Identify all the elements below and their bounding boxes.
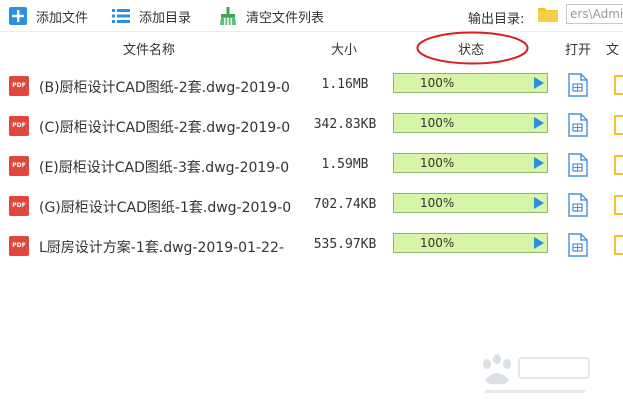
file-list-header: 文件名称 大小 状态 打开 文 [0,32,623,62]
folder-icon[interactable] [537,5,559,23]
toolbar: 添加文件 添加目录 清空文件列表 输出目录: ers\Admi [0,0,623,32]
column-header-name: 文件名称 [123,43,176,58]
baidu-jingyan-watermark-logo [483,354,590,393]
play-icon[interactable] [534,157,544,169]
play-icon[interactable] [534,197,544,209]
add-directory-label: 添加目录 [139,10,192,26]
add-file-button[interactable]: 添加文件 [8,5,88,27]
column-header-size: 大小 [331,43,358,58]
progress-label: 100% [420,196,455,210]
file-open-icon[interactable] [568,153,588,177]
play-icon[interactable] [534,117,544,129]
column-header-open: 打开 [565,43,592,58]
file-name: (B)厨柜设计CAD图纸-2套.dwg-2019-0 [39,80,290,96]
play-icon[interactable] [534,77,544,89]
progress-fill [394,234,547,252]
progress-fill [394,154,547,172]
status-highlight-annotation [416,31,529,65]
list-icon [111,6,131,26]
progress-bar: 100% [393,233,548,253]
column-header-folder: 文 [606,43,620,58]
plus-icon [8,6,28,26]
add-file-label: 添加文件 [36,10,89,26]
progress-bar: 100% [393,73,548,93]
pdf-file-icon: PDF [9,116,29,136]
file-open-icon[interactable] [568,193,588,217]
progress-bar: 100% [393,113,548,133]
file-open-icon[interactable] [568,233,588,257]
clear-file-list-button[interactable]: 清空文件列表 [218,5,324,27]
pdf-file-icon: PDF [9,76,29,96]
file-name: (G)厨柜设计CAD图纸-1套.dwg-2019-0 [39,200,292,216]
file-open-icon[interactable] [568,73,588,97]
file-name: (C)厨柜设计CAD图纸-2套.dwg-2019-0 [39,120,291,136]
file-size: 702.74KB [313,197,377,212]
file-name: (E)厨柜设计CAD图纸-3套.dwg-2019-0 [39,160,290,176]
file-row[interactable]: PDF (C)厨柜设计CAD图纸-2套.dwg-2019-0 342.83KB … [0,104,623,144]
file-open-icon[interactable] [568,113,588,137]
play-icon[interactable] [534,237,544,249]
folder-icon[interactable] [614,114,623,136]
folder-icon[interactable] [614,194,623,216]
file-row[interactable]: PDF (B)厨柜设计CAD图纸-2套.dwg-2019-0 1.16MB 10… [0,64,623,104]
broom-icon [218,6,238,26]
file-name: L厨房设计方案-1套.dwg-2019-01-22- [39,240,284,256]
progress-fill [394,74,547,92]
file-size: 1.16MB [321,77,369,92]
progress-label: 100% [420,236,455,250]
file-size: 535.97KB [313,237,377,252]
pdf-file-icon: PDF [9,196,29,216]
folder-icon[interactable] [614,234,623,256]
folder-icon[interactable] [614,74,623,96]
output-directory-label: 输出目录: [468,12,525,27]
output-directory-input[interactable]: ers\Admi [566,4,623,24]
file-size: 1.59MB [321,157,369,172]
progress-label: 100% [420,76,455,90]
folder-icon[interactable] [614,154,623,176]
file-row[interactable]: PDF (E)厨柜设计CAD图纸-3套.dwg-2019-0 1.59MB 10… [0,144,623,184]
progress-fill [394,114,547,132]
progress-label: 100% [420,116,455,130]
progress-bar: 100% [393,193,548,213]
progress-fill [394,194,547,212]
file-row[interactable]: PDF L厨房设计方案-1套.dwg-2019-01-22- 535.97KB … [0,224,623,264]
progress-bar: 100% [393,153,548,173]
add-directory-button[interactable]: 添加目录 [111,5,191,27]
progress-label: 100% [420,156,455,170]
pdf-file-icon: PDF [9,156,29,176]
pdf-file-icon: PDF [9,236,29,256]
file-row[interactable]: PDF (G)厨柜设计CAD图纸-1套.dwg-2019-0 702.74KB … [0,184,623,224]
clear-file-list-label: 清空文件列表 [246,10,325,26]
file-size: 342.83KB [313,117,377,132]
